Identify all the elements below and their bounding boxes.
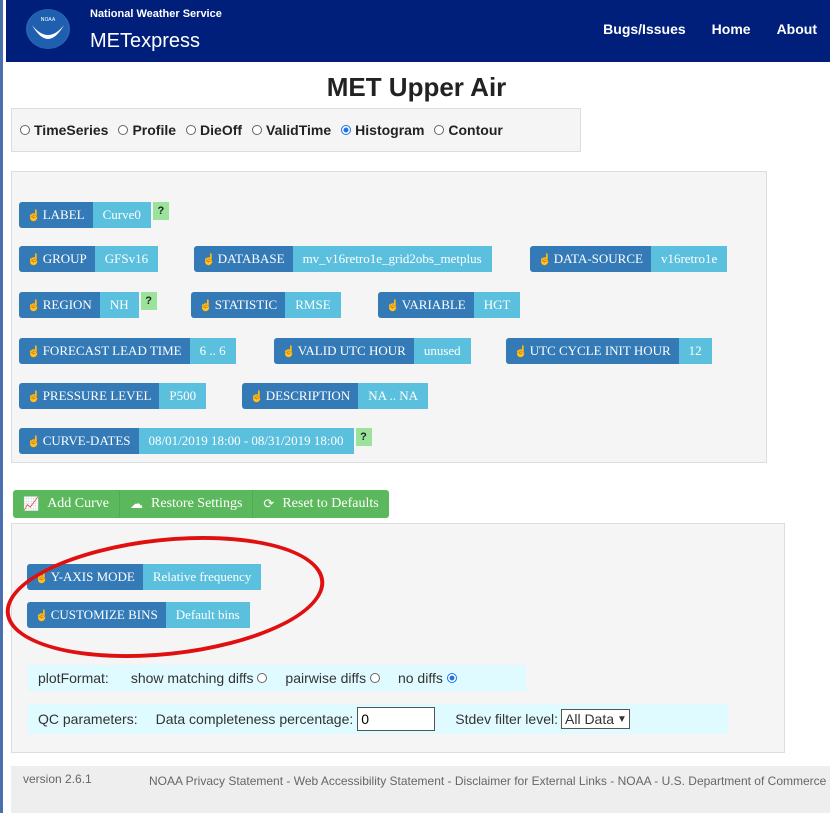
plot-type-contour[interactable]: Contour (434, 122, 503, 138)
restore-settings-button[interactable]: ☁ Restore Settings (120, 490, 254, 518)
pairwise-diffs-option[interactable]: pairwise diffs (285, 670, 384, 686)
hand-pointer-icon: ☝ (27, 209, 41, 222)
version-text: version 2.6.1 (23, 772, 92, 786)
footer-links[interactable]: NOAA Privacy Statement - Web Accessibili… (149, 772, 829, 790)
qc-label: QC parameters: (38, 711, 138, 727)
plot-options-panel: ☝ Y-AXIS MODE Relative frequency ☝ CUSTOMI… (11, 523, 785, 753)
customize-bins-selector[interactable]: ☝ CUSTOMIZE BINS Default bins (27, 602, 250, 628)
curve-action-buttons: 📈 Add Curve ☁ Restore Settings ⟳ Reset to D… (13, 490, 389, 518)
cloud-upload-icon: ☁ (130, 496, 144, 512)
hand-pointer-icon: ☝ (202, 253, 216, 266)
param-group[interactable]: ☝ GROUP GFSv16 (19, 246, 159, 272)
app-name[interactable]: METexpress (90, 30, 200, 53)
radio-icon[interactable] (257, 673, 268, 684)
help-button[interactable]: ? (140, 292, 157, 310)
param-variable[interactable]: ☝ VARIABLE HGT (378, 292, 521, 318)
hand-pointer-icon: ☝ (27, 253, 41, 266)
radio-icon[interactable] (20, 125, 30, 136)
stdev-filter-select[interactable]: All Data ▼ (561, 709, 630, 729)
radio-icon[interactable] (118, 125, 129, 136)
plot-type-timeseries[interactable]: TimeSeries (20, 122, 108, 138)
refresh-icon: ⟳ (263, 496, 275, 512)
reset-defaults-button[interactable]: ⟳ Reset to Defaults (253, 490, 389, 518)
show-matching-diffs-option[interactable]: show matching diffs (131, 670, 272, 686)
nav-home[interactable]: Home (712, 21, 751, 37)
curve-params-panel: ☝ LABEL Curve0 ? ☝ GROUP GFSv16 ☝ DATABASE … (11, 171, 767, 463)
hand-pointer-icon: ☝ (538, 253, 552, 266)
hand-pointer-icon: ☝ (35, 571, 49, 584)
param-description[interactable]: ☝ DESCRIPTION NA .. NA (242, 383, 429, 409)
plot-format-row: plotFormat: show matching diffs pairwise… (28, 665, 526, 691)
radio-icon[interactable] (186, 125, 197, 136)
param-region[interactable]: ☝ REGION NH ? (19, 292, 157, 318)
no-diffs-option[interactable]: no diffs (398, 670, 461, 686)
hand-pointer-icon: ☝ (27, 435, 41, 448)
param-utc-cycle-init-hour[interactable]: ☝ UTC CYCLE INIT HOUR 12 (506, 338, 712, 364)
param-curve-dates[interactable]: ☝ CURVE-DATES 08/01/2019 18:00 - 08/31/20… (19, 428, 372, 454)
qc-parameters-row: QC parameters: Data completeness percent… (28, 704, 728, 734)
hand-pointer-icon: ☝ (514, 345, 528, 358)
plot-type-histogram[interactable]: Histogram (341, 122, 424, 138)
navbar: NOAA National Weather Service METexpress… (6, 0, 830, 62)
nav-about[interactable]: About (777, 21, 817, 37)
stdev-label: Stdev filter level: (455, 711, 558, 727)
add-curve-button[interactable]: 📈 Add Curve (13, 490, 121, 518)
footer: version 2.6.1 NOAA Privacy Statement - W… (11, 766, 830, 813)
hand-pointer-icon: ☝ (27, 345, 41, 358)
plot-type-validtime[interactable]: ValidTime (252, 122, 331, 138)
completeness-input[interactable] (357, 707, 436, 731)
radio-icon[interactable] (434, 125, 445, 136)
param-statistic[interactable]: ☝ STATISTIC RMSE (191, 292, 341, 318)
radio-selected-icon[interactable] (446, 673, 457, 684)
chevron-down-icon: ▼ (617, 713, 627, 725)
hand-pointer-icon: ☝ (199, 299, 213, 312)
param-forecast-lead-time[interactable]: ☝ FORECAST LEAD TIME 6 .. 6 (19, 338, 236, 364)
y-axis-mode-selector[interactable]: ☝ Y-AXIS MODE Relative frequency (27, 564, 262, 590)
help-button[interactable]: ? (152, 202, 169, 220)
param-data-source[interactable]: ☝ DATA-SOURCE v16retro1e (530, 246, 728, 272)
radio-icon[interactable] (252, 125, 263, 136)
help-button[interactable]: ? (355, 428, 372, 446)
param-database[interactable]: ☝ DATABASE mv_v16retro1e_grid2obs_metplus (194, 246, 492, 272)
hand-pointer-icon: ☝ (250, 390, 264, 403)
hand-pointer-icon: ☝ (35, 609, 49, 622)
param-label[interactable]: ☝ LABEL Curve0 ? (19, 202, 169, 228)
radio-icon[interactable] (369, 673, 380, 684)
hand-pointer-icon: ☝ (282, 345, 296, 358)
completeness-label: Data completeness percentage: (155, 711, 354, 727)
radio-selected-icon[interactable] (341, 125, 352, 136)
line-chart-icon: 📈 (23, 496, 40, 512)
hand-pointer-icon: ☝ (386, 299, 400, 312)
plot-format-label: plotFormat: (38, 670, 109, 686)
param-valid-utc-hour[interactable]: ☝ VALID UTC HOUR unused (274, 338, 471, 364)
nav-bugs-issues[interactable]: Bugs/Issues (603, 21, 685, 37)
param-pressure-level[interactable]: ☝ PRESSURE LEVEL P500 (19, 383, 207, 409)
svg-text:NOAA: NOAA (41, 17, 56, 23)
hand-pointer-icon: ☝ (27, 390, 41, 403)
org-name: National Weather Service (90, 8, 222, 20)
noaa-logo[interactable]: NOAA (26, 9, 70, 49)
hand-pointer-icon: ☝ (27, 299, 41, 312)
page-title: MET Upper Air (326, 72, 507, 102)
plot-type-selector: TimeSeries Profile DieOff ValidTime Hist… (11, 108, 581, 152)
nav-links: Bugs/Issues Home About (603, 21, 817, 37)
plot-type-dieoff[interactable]: DieOff (186, 122, 242, 138)
plot-type-profile[interactable]: Profile (118, 122, 176, 138)
